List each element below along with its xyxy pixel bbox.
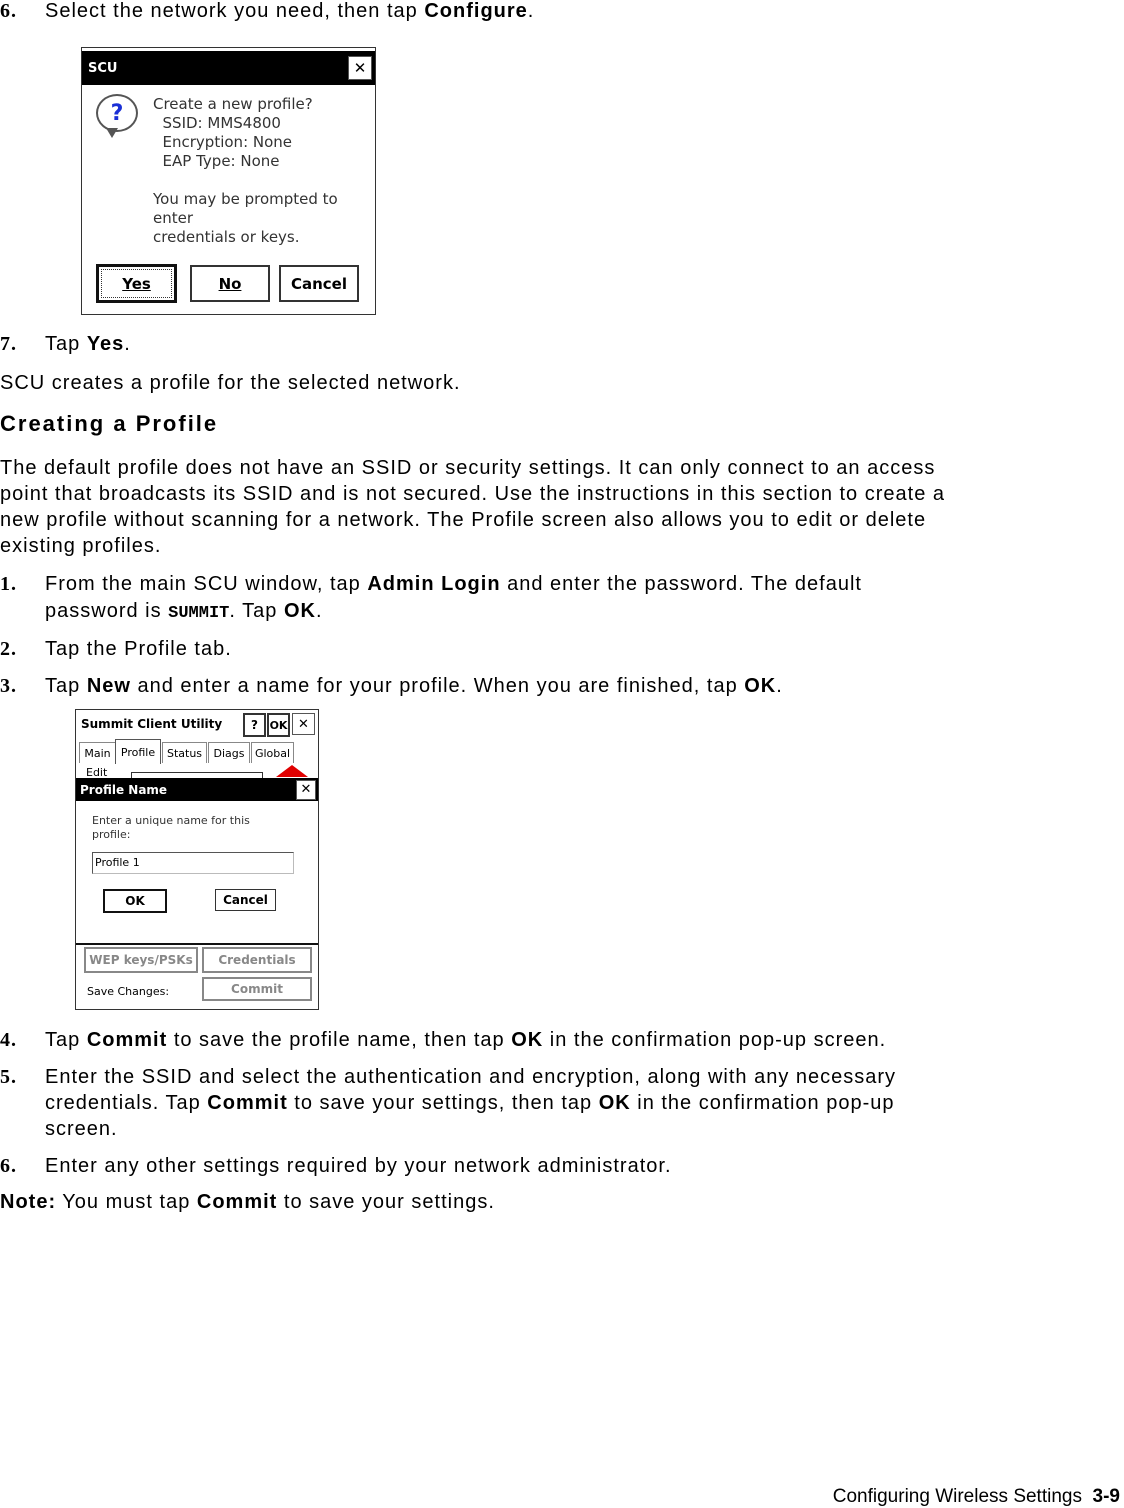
dialog-line: EAP Type: None	[153, 152, 280, 170]
yes-button[interactable]: Yes	[96, 264, 177, 303]
profile-name-dialog: Profile Name ✕ Enter a unique name for t…	[76, 778, 318, 945]
cancel-button[interactable]: Cancel	[279, 265, 359, 302]
close-icon[interactable]: ✕	[348, 56, 372, 80]
save-changes-label: Save Changes:	[87, 985, 170, 998]
dialog-line: credentials or keys.	[153, 228, 300, 246]
section-heading: Creating a Profile	[0, 411, 219, 436]
step-text: From the main SCU window, tap Admin Logi…	[45, 573, 862, 595]
dialog-line: enter	[153, 209, 194, 227]
dialog-title-bar: SCU ✕	[82, 51, 375, 85]
dialog-title: SCU	[88, 60, 118, 76]
step-text: Tap the Profile tab.	[45, 638, 232, 660]
profile-name-input[interactable]: Profile 1	[92, 852, 294, 874]
step-number: 3.	[0, 675, 17, 697]
intro-line: existing profiles.	[0, 535, 162, 557]
step-number: 6.	[0, 0, 17, 22]
intro-line: new profile without scanning for a netwo…	[0, 509, 927, 531]
red-pointer-arrow	[276, 765, 308, 777]
step-number: 6.	[0, 1155, 17, 1177]
app-title-bar: Summit Client Utility ? OK ✕	[76, 710, 318, 738]
prompt-line: Enter a unique name for this	[92, 814, 250, 827]
password-value: SUMMIT	[168, 604, 230, 623]
tab-status[interactable]: Status	[162, 742, 207, 763]
close-icon[interactable]: ✕	[296, 779, 316, 800]
step-number: 5.	[0, 1066, 17, 1088]
step-number: 4.	[0, 1029, 17, 1051]
dialog-line: Create a new profile?	[153, 95, 313, 113]
tab-main[interactable]: Main	[79, 742, 116, 763]
step-1-continued: password is SUMMIT. Tap OK.	[45, 600, 323, 623]
step-5-continued-2: screen.	[45, 1118, 118, 1140]
wep-keys-psks-button[interactable]: WEP keys/PSKs	[84, 947, 198, 973]
note-label: Note:	[0, 1191, 57, 1213]
app-title: Summit Client Utility	[81, 717, 223, 731]
ok-button[interactable]: OK	[103, 889, 167, 913]
step-text: Enter any other settings required by you…	[45, 1155, 672, 1177]
tab-global[interactable]: Global	[251, 742, 294, 763]
dialog-line: Encryption: None	[153, 133, 293, 151]
tab-profile[interactable]: Profile	[115, 739, 161, 764]
dialog-line: SSID: MMS4800	[153, 114, 281, 132]
step-text: Tap Commit to save the profile name, the…	[45, 1029, 887, 1051]
summit-client-utility-screenshot: Summit Client Utility ? OK ✕ Main Profil…	[75, 709, 319, 1010]
cancel-button[interactable]: Cancel	[215, 889, 276, 911]
step-text: Select the network you need, then tap Co…	[45, 0, 535, 22]
prompt-line: profile:	[92, 828, 131, 841]
step-text: Enter the SSID and select the authentica…	[45, 1066, 897, 1088]
ok-title-button[interactable]: OK	[267, 713, 290, 737]
step-5-continued: credentials. Tap Commit to save your set…	[45, 1092, 895, 1114]
step-number: 1.	[0, 573, 17, 595]
step-text: Tap New and enter a name for your profil…	[45, 675, 783, 697]
step-number: 2.	[0, 638, 17, 660]
intro-line: point that broadcasts its SSID and is no…	[0, 483, 945, 505]
dialog-title: Profile Name	[80, 782, 168, 797]
paragraph-profile-created: SCU creates a profile for the selected n…	[0, 372, 461, 394]
credentials-button[interactable]: Credentials	[202, 947, 312, 973]
close-icon[interactable]: ✕	[292, 713, 315, 735]
intro-line: The default profile does not have an SSI…	[0, 457, 936, 479]
note: Note: You must tap Commit to save your s…	[0, 1191, 495, 1213]
page-number: 3-9	[1092, 1486, 1120, 1507]
tab-diags[interactable]: Diags	[208, 742, 250, 763]
footer-section: Configuring Wireless Settings	[832, 1486, 1082, 1507]
dialog-line: You may be prompted to	[153, 190, 338, 208]
question-icon: ?	[96, 94, 138, 132]
no-button[interactable]: No	[190, 265, 270, 302]
commit-button[interactable]: Commit	[202, 977, 312, 1001]
speech-tail	[106, 128, 118, 138]
step-text: Tap Yes.	[45, 333, 131, 355]
scu-create-profile-dialog: SCU ✕ ? Create a new profile? SSID: MMS4…	[81, 47, 376, 315]
step-number: 7.	[0, 333, 17, 355]
page-footer: Configuring Wireless Settings 3-9	[833, 1486, 1120, 1508]
help-button[interactable]: ?	[243, 713, 266, 737]
dialog-title-bar: Profile Name ✕	[76, 778, 318, 801]
